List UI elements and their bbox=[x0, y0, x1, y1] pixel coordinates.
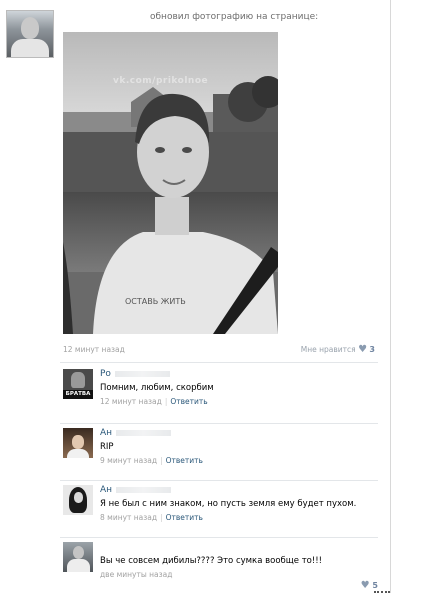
comment-text: Помним, любим, скорбим bbox=[100, 383, 214, 393]
avatar-label: БРАТВА bbox=[63, 390, 93, 399]
post-action-text: обновил фотографию на странице: bbox=[150, 12, 319, 22]
photo-watermark: vk.com/prikolnoe bbox=[113, 76, 209, 86]
redacted-name bbox=[116, 486, 172, 493]
separator: | bbox=[160, 456, 163, 465]
post-time[interactable]: 12 минут назад bbox=[63, 345, 125, 354]
commenter-avatar[interactable] bbox=[63, 542, 93, 572]
post-meta: 12 минут назад Мне нравится ♥ 3 bbox=[63, 343, 375, 357]
divider bbox=[60, 362, 378, 363]
divider bbox=[60, 423, 378, 424]
divider bbox=[60, 537, 378, 538]
commenter-name[interactable] bbox=[100, 542, 375, 553]
like-count: 3 bbox=[369, 345, 375, 354]
reply-link[interactable]: Ответить bbox=[170, 397, 207, 406]
divider bbox=[60, 480, 378, 481]
heart-icon: ♥ bbox=[360, 580, 370, 591]
commenter-name[interactable]: Ан bbox=[100, 485, 375, 496]
like-label: Мне нравится bbox=[300, 345, 356, 354]
comment-time[interactable]: 8 минут назад bbox=[100, 513, 157, 522]
wall-post: обновил фотографию на странице: ОСТАВЬ Ж… bbox=[0, 0, 391, 593]
avatar-face-shape bbox=[74, 492, 83, 503]
redacted-name bbox=[114, 370, 170, 377]
comment-text: Я не был с ним знаком, но пусть земля ем… bbox=[100, 499, 357, 509]
reply-link[interactable]: Ответить bbox=[166, 513, 203, 522]
like-button[interactable]: Мне нравится ♥ 3 bbox=[301, 344, 375, 355]
comment-item: БРАТВА Ро Помним, любим, скорбим 12 мину… bbox=[63, 369, 378, 421]
comment-item: Ан Я не был с ним знаком, но пусть земля… bbox=[63, 485, 378, 537]
separator: | bbox=[160, 513, 163, 522]
avatar-body-shape bbox=[67, 559, 90, 572]
corner-decoration bbox=[374, 588, 390, 593]
post-photo[interactable]: ОСТАВЬ ЖИТЬ vk.com/prikolnoe bbox=[63, 32, 278, 334]
comment-text: RIP bbox=[100, 442, 114, 452]
commenter-avatar[interactable] bbox=[63, 485, 93, 515]
comment-item: Вы че совсем дибилы???? Это сумка вообще… bbox=[63, 542, 378, 594]
comment-time[interactable]: 12 минут назад bbox=[100, 397, 162, 406]
avatar-shirt-shape bbox=[67, 449, 89, 458]
avatar-figure-shape bbox=[71, 372, 85, 388]
author-avatar[interactable] bbox=[6, 10, 54, 58]
comment-text: Вы че совсем дибилы???? Это сумка вообще… bbox=[100, 556, 323, 566]
commenter-name[interactable]: Ро bbox=[100, 369, 375, 380]
avatar-head-shape bbox=[73, 546, 84, 559]
comment-time[interactable]: 9 минут назад bbox=[100, 456, 157, 465]
svg-text:ОСТАВЬ ЖИТЬ: ОСТАВЬ ЖИТЬ bbox=[125, 297, 186, 306]
commenter-name[interactable]: Ан bbox=[100, 428, 375, 439]
heart-icon: ♥ bbox=[358, 344, 368, 355]
avatar-body-shape bbox=[11, 39, 49, 57]
redacted-name bbox=[116, 429, 172, 436]
reply-link[interactable]: Ответить bbox=[166, 456, 203, 465]
separator: | bbox=[164, 397, 168, 406]
comment-item: Ан RIP 9 минут назад | Ответить bbox=[63, 428, 378, 480]
comment-time[interactable]: две минуты назад bbox=[100, 570, 172, 579]
avatar-head-shape bbox=[21, 17, 39, 39]
avatar-face-shape bbox=[72, 435, 84, 449]
commenter-avatar[interactable] bbox=[63, 428, 93, 458]
commenter-avatar[interactable]: БРАТВА bbox=[63, 369, 93, 399]
